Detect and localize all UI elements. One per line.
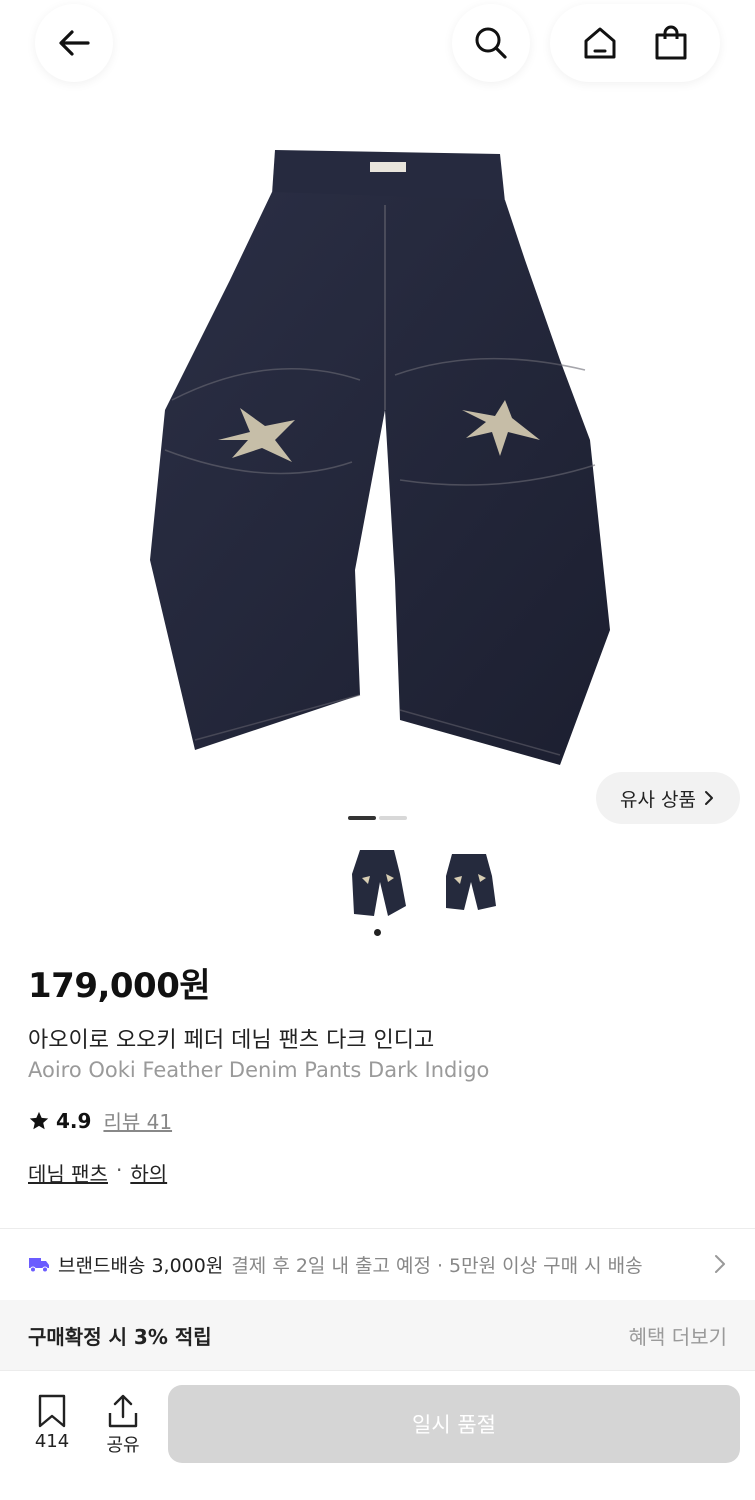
bottom-action-bar: 414 공유 일시 품절	[0, 1370, 755, 1500]
chevron-right-icon	[715, 1255, 725, 1273]
cart-button[interactable]	[641, 13, 701, 73]
rating-score: 4.9	[56, 1108, 92, 1133]
review-link[interactable]: 리뷰 41	[103, 1106, 172, 1135]
image-indicator	[379, 816, 407, 820]
share-button[interactable]: 공유	[93, 1393, 153, 1457]
bookmark-icon	[38, 1394, 66, 1428]
category-separator: ·	[115, 1158, 123, 1182]
benefit-row: 구매확정 시 3% 적립 혜택 더보기	[0, 1300, 755, 1370]
thumbnail-strip	[340, 840, 520, 930]
section-divider	[0, 1228, 755, 1229]
home-button[interactable]	[570, 13, 630, 73]
similar-products-label: 유사 상품	[620, 788, 696, 811]
product-price: 179,000원	[28, 966, 211, 1006]
back-button[interactable]	[35, 4, 113, 82]
star-icon	[29, 1111, 49, 1129]
nav-pill	[550, 4, 720, 82]
share-icon	[108, 1394, 138, 1428]
category-link-bottoms[interactable]: 하의	[130, 1158, 167, 1187]
shipping-info-row[interactable]: 브랜드배송 3,000원 결제 후 2일 내 출고 예정 · 5만원 이상 구매…	[28, 1244, 755, 1284]
top-bar	[0, 0, 755, 90]
shipping-schedule: 결제 후 2일 내 출고 예정 · 5만원 이상 구매 시 배송	[231, 1254, 643, 1277]
search-button[interactable]	[452, 4, 530, 82]
truck-icon	[29, 1258, 49, 1273]
search-icon	[475, 27, 507, 59]
thumbnail-2[interactable]	[432, 840, 507, 920]
shopping-bag-icon	[655, 25, 686, 60]
image-indicator-active	[348, 816, 376, 820]
share-label: 공유	[106, 1435, 140, 1456]
product-image[interactable]	[0, 110, 755, 790]
home-icon	[584, 27, 615, 59]
brand-shipping-fee: 브랜드배송 3,000원	[58, 1254, 224, 1277]
benefit-title: 구매확정 시 3% 적립	[28, 1324, 212, 1349]
thumbnail-1[interactable]	[340, 840, 415, 920]
thumbnail-selected-dot	[374, 929, 381, 936]
soldout-label: 일시 품절	[412, 1413, 496, 1437]
soldout-button[interactable]: 일시 품절	[168, 1385, 740, 1463]
category-breadcrumb: 데님 팬츠 · 하의	[28, 1158, 167, 1187]
category-link-denim-pants[interactable]: 데님 팬츠	[28, 1158, 108, 1187]
product-name-en: Aoiro Ooki Feather Denim Pants Dark Indi…	[28, 1058, 490, 1082]
denim-pants-image	[150, 150, 610, 765]
thumbnail-image	[445, 854, 496, 910]
chevron-right-icon	[704, 791, 713, 805]
wishlist-button[interactable]: 414	[22, 1393, 82, 1452]
benefit-more-link[interactable]: 혜택 더보기	[629, 1321, 727, 1350]
thumbnail-image	[351, 850, 406, 916]
arrow-left-icon	[59, 30, 90, 56]
rating-row: 4.9 리뷰 41	[28, 1106, 172, 1135]
product-name-ko: 아오이로 오오키 페더 데님 팬츠 다크 인디고	[28, 1028, 435, 1053]
wish-count: 414	[34, 1431, 70, 1452]
similar-products-button[interactable]: 유사 상품	[596, 772, 740, 824]
